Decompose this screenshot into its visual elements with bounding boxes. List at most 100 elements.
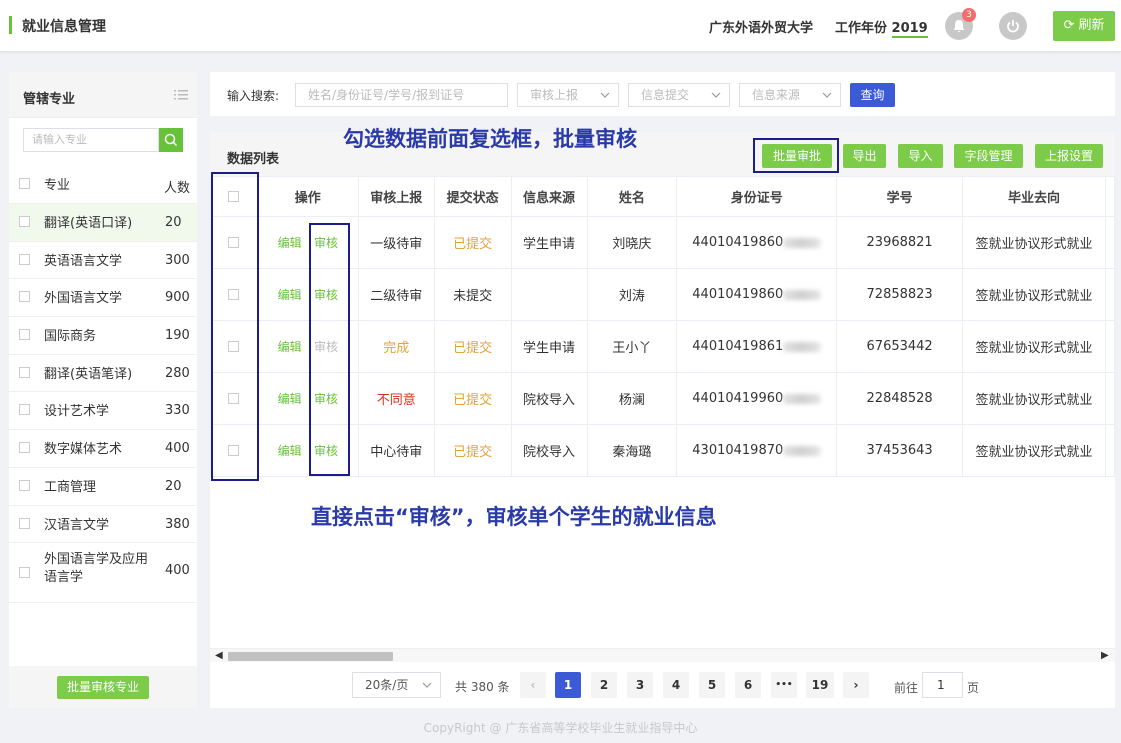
table-header-row: 操作 审核上报 提交状态 信息来源 姓名 身份证号 学号 毕业去向	[210, 176, 1116, 217]
major-panel-title: 管辖专业	[23, 92, 76, 107]
info-source-placeholder: 信息来源	[752, 88, 801, 102]
annotation-batch-audit: 勾选数据前面复选框，批量审核	[343, 127, 637, 151]
column-header: 学号	[836, 176, 964, 217]
work-year-value[interactable]: 2019	[891, 21, 928, 38]
edit-link[interactable]: 编辑	[278, 444, 302, 458]
scrollbar-thumb[interactable]	[228, 652, 393, 661]
edit-link[interactable]: 编辑	[278, 340, 302, 354]
keyword-search-input[interactable]: 姓名/身份证号/学号/报到证号	[295, 83, 508, 107]
field-manage-button[interactable]: 字段管理	[954, 144, 1023, 168]
major-checkbox[interactable]	[19, 479, 30, 491]
audit-status: 不同意	[357, 372, 435, 425]
info-source	[510, 268, 588, 321]
major-count: 400	[165, 441, 190, 457]
id-number-prefix: 44010419860	[692, 235, 784, 250]
info-source-select[interactable]: 信息来源	[739, 83, 841, 107]
major-item[interactable]: 翻译(英语笔译) 280	[9, 355, 197, 393]
select-all-majors-checkbox[interactable]	[19, 178, 30, 189]
major-item[interactable]: 翻译(英语口译) 20	[9, 204, 197, 242]
submit-status-select[interactable]: 信息提交	[628, 83, 730, 107]
goto-page-input[interactable]: 1	[922, 672, 963, 698]
major-checkbox[interactable]	[19, 366, 30, 378]
major-count: 300	[165, 252, 190, 268]
major-checkbox[interactable]	[19, 404, 30, 416]
student-name: 刘晓庆	[586, 216, 678, 269]
export-button[interactable]: 导出	[843, 144, 886, 168]
major-item[interactable]: 汉语言文学 380	[9, 506, 197, 544]
major-item[interactable]: 外国语言文学 900	[9, 279, 197, 318]
list-menu-icon[interactable]	[174, 89, 188, 101]
page-number-5[interactable]: 5	[699, 672, 725, 698]
major-list-header: 专业 人数	[9, 166, 197, 204]
page-number-2[interactable]: 2	[591, 672, 617, 698]
next-page-button[interactable]: ›	[843, 672, 869, 698]
search-icon	[164, 133, 178, 147]
scroll-left-icon[interactable]: ◀	[215, 650, 223, 661]
page-number-3[interactable]: 3	[627, 672, 653, 698]
info-source: 学生申请	[510, 320, 588, 373]
edit-link[interactable]: 编辑	[278, 288, 302, 302]
id-number-redacted	[783, 341, 822, 352]
major-search-input[interactable]: 请输入专业	[23, 128, 159, 152]
major-count: 900	[165, 290, 190, 306]
id-number: 44010419860	[676, 216, 838, 269]
major-item[interactable]: 国际商务 190	[9, 317, 197, 355]
audit-status-select[interactable]: 审核上报	[517, 83, 619, 107]
title-accent-bar	[9, 16, 12, 34]
major-checkbox[interactable]	[19, 517, 30, 529]
major-item[interactable]: 英语语言文学 300	[9, 242, 197, 280]
student-number: 22848528	[836, 372, 964, 425]
edit-link[interactable]: 编辑	[278, 236, 302, 250]
scroll-right-icon[interactable]: ▶	[1101, 650, 1109, 661]
column-header: 提交状态	[433, 176, 512, 217]
major-count: 20	[165, 215, 182, 230]
goto-unit: 页	[967, 681, 980, 695]
overflow-cell	[1104, 372, 1116, 425]
student-number: 72858823	[836, 268, 964, 321]
more-pages-ellipsis[interactable]: •••	[771, 672, 797, 698]
major-checkbox[interactable]	[19, 442, 30, 454]
graduation-destination: 签就业协议形式就业	[962, 372, 1106, 425]
audit-status: 一级待审	[357, 216, 435, 269]
report-settings-button[interactable]: 上报设置	[1035, 144, 1103, 168]
id-number: 44010419861	[676, 320, 838, 373]
copyright-footer: CopyRight @ 广东省高等学校毕业生就业指导中心	[423, 721, 698, 735]
audit-status-placeholder: 审核上报	[530, 88, 579, 102]
power-button[interactable]	[999, 12, 1027, 40]
query-button[interactable]: 查询	[850, 83, 895, 107]
batch-approve-highlight	[753, 138, 839, 173]
horizontal-scrollbar[interactable]: ◀ ▶	[210, 648, 1115, 662]
major-checkbox[interactable]	[19, 291, 30, 303]
notification-button[interactable]: 3	[945, 8, 976, 40]
refresh-label: 刷新	[1078, 18, 1105, 33]
refresh-button[interactable]: ⟳ 刷新	[1053, 11, 1115, 41]
major-search-button[interactable]	[159, 128, 183, 152]
major-checkbox[interactable]	[19, 216, 30, 227]
page-size-select[interactable]: 20条/页	[352, 672, 441, 698]
import-button[interactable]: 导入	[898, 144, 943, 168]
id-number-redacted	[783, 237, 822, 248]
graduation-destination: 签就业协议形式就业	[962, 268, 1106, 321]
power-icon	[1007, 20, 1019, 33]
batch-audit-major-button[interactable]: 批量审核专业	[57, 676, 149, 699]
overflow-cell	[1104, 424, 1116, 477]
submit-status: 已提交	[433, 216, 512, 269]
page-number-4[interactable]: 4	[663, 672, 689, 698]
major-item[interactable]: 工商管理 20	[9, 468, 197, 506]
major-item[interactable]: 数字媒体艺术 400	[9, 430, 197, 468]
major-checkbox[interactable]	[19, 567, 30, 579]
graduation-destination: 签就业协议形式就业	[962, 320, 1106, 373]
major-list: 专业 人数 翻译(英语口译) 20 英语语言文学 300 外国语言文学 900 …	[9, 166, 197, 604]
edit-link[interactable]: 编辑	[278, 392, 302, 406]
major-name: 汉语言文学	[44, 517, 110, 533]
major-checkbox[interactable]	[19, 253, 30, 265]
prev-page-button[interactable]: ‹	[520, 672, 546, 698]
major-item[interactable]: 设计艺术学 330	[9, 392, 197, 431]
page-number-1[interactable]: 1	[555, 672, 581, 698]
page-number-6[interactable]: 6	[735, 672, 761, 698]
major-count: 280	[165, 365, 190, 381]
major-checkbox[interactable]	[19, 329, 30, 341]
page-number-19[interactable]: 19	[806, 672, 834, 698]
major-item[interactable]: 外国语言学及应用语言学 400	[9, 543, 197, 604]
major-panel-footer: 批量审核专业	[9, 666, 197, 708]
